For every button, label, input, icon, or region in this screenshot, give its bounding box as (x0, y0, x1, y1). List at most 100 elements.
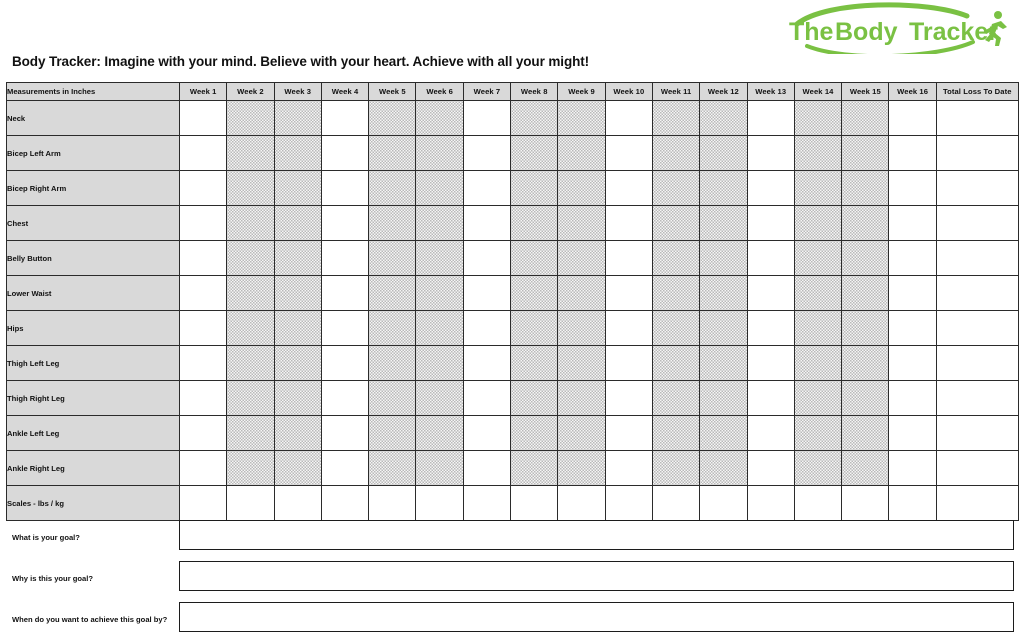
measurement-cell[interactable] (699, 380, 748, 416)
measurement-cell[interactable] (557, 415, 606, 451)
measurement-cell[interactable] (557, 135, 606, 171)
measurement-cell[interactable] (226, 415, 275, 451)
goal-input-3[interactable] (179, 602, 1014, 632)
measurement-cell[interactable] (699, 345, 748, 381)
measurement-cell[interactable] (651, 275, 701, 311)
measurement-cell[interactable] (746, 100, 795, 136)
measurement-cell[interactable] (699, 310, 748, 346)
measurement-cell[interactable] (746, 275, 795, 311)
measurement-cell[interactable] (793, 240, 843, 276)
measurement-cell[interactable] (320, 100, 370, 136)
measurement-cell[interactable] (510, 450, 559, 486)
measurement-cell[interactable] (699, 135, 748, 171)
measurement-cell[interactable] (462, 380, 512, 416)
measurement-cell[interactable] (841, 135, 890, 171)
measurement-cell[interactable] (604, 450, 653, 486)
measurement-cell[interactable] (793, 415, 843, 451)
measurement-cell[interactable] (368, 415, 417, 451)
measurement-cell[interactable] (888, 240, 937, 276)
total-loss-cell[interactable] (935, 240, 1019, 276)
total-loss-cell[interactable] (935, 275, 1019, 311)
measurement-cell[interactable] (273, 205, 322, 241)
measurement-cell[interactable] (226, 135, 275, 171)
measurement-cell[interactable] (888, 345, 937, 381)
measurement-cell[interactable] (178, 310, 228, 346)
measurement-cell[interactable] (746, 310, 795, 346)
measurement-cell[interactable] (841, 100, 890, 136)
measurement-cell[interactable] (557, 310, 606, 346)
measurement-cell[interactable] (604, 380, 653, 416)
measurement-cell[interactable] (557, 100, 606, 136)
measurement-cell[interactable] (651, 310, 701, 346)
measurement-cell[interactable] (793, 135, 843, 171)
measurement-cell[interactable] (415, 135, 464, 171)
measurement-cell[interactable] (651, 415, 701, 451)
measurement-cell[interactable] (841, 310, 890, 346)
measurement-cell[interactable] (793, 275, 843, 311)
measurement-cell[interactable] (793, 205, 843, 241)
measurement-cell[interactable] (746, 135, 795, 171)
measurement-cell[interactable] (793, 380, 843, 416)
measurement-cell[interactable] (841, 415, 890, 451)
measurement-cell[interactable] (699, 170, 748, 206)
measurement-cell[interactable] (604, 170, 653, 206)
measurement-cell[interactable] (888, 275, 937, 311)
measurement-cell[interactable] (273, 170, 322, 206)
measurement-cell[interactable] (462, 240, 512, 276)
measurement-cell[interactable] (226, 450, 275, 486)
measurement-cell[interactable] (462, 275, 512, 311)
measurement-cell[interactable] (746, 380, 795, 416)
measurement-cell[interactable] (273, 100, 322, 136)
measurement-cell[interactable] (178, 135, 228, 171)
measurement-cell[interactable] (651, 380, 701, 416)
measurement-cell[interactable] (178, 415, 228, 451)
measurement-cell[interactable] (746, 205, 795, 241)
measurement-cell[interactable] (178, 485, 228, 521)
total-loss-cell[interactable] (935, 380, 1019, 416)
measurement-cell[interactable] (368, 100, 417, 136)
measurement-cell[interactable] (604, 240, 653, 276)
measurement-cell[interactable] (510, 170, 559, 206)
measurement-cell[interactable] (462, 345, 512, 381)
measurement-cell[interactable] (320, 205, 370, 241)
measurement-cell[interactable] (462, 170, 512, 206)
measurement-cell[interactable] (320, 415, 370, 451)
goal-input-2[interactable] (179, 561, 1014, 591)
measurement-cell[interactable] (510, 100, 559, 136)
measurement-cell[interactable] (368, 240, 417, 276)
measurement-cell[interactable] (273, 450, 322, 486)
measurement-cell[interactable] (273, 380, 322, 416)
measurement-cell[interactable] (320, 485, 370, 521)
total-loss-cell[interactable] (935, 170, 1019, 206)
measurement-cell[interactable] (604, 485, 653, 521)
measurement-cell[interactable] (793, 345, 843, 381)
measurement-cell[interactable] (320, 450, 370, 486)
measurement-cell[interactable] (178, 240, 228, 276)
total-loss-cell[interactable] (935, 450, 1019, 486)
measurement-cell[interactable] (462, 415, 512, 451)
measurement-cell[interactable] (462, 100, 512, 136)
total-loss-cell[interactable] (935, 415, 1019, 451)
measurement-cell[interactable] (226, 170, 275, 206)
measurement-cell[interactable] (178, 205, 228, 241)
measurement-cell[interactable] (699, 100, 748, 136)
measurement-cell[interactable] (226, 310, 275, 346)
measurement-cell[interactable] (273, 135, 322, 171)
measurement-cell[interactable] (320, 275, 370, 311)
measurement-cell[interactable] (793, 170, 843, 206)
measurement-cell[interactable] (415, 485, 464, 521)
measurement-cell[interactable] (841, 170, 890, 206)
measurement-cell[interactable] (273, 415, 322, 451)
measurement-cell[interactable] (226, 485, 275, 521)
measurement-cell[interactable] (273, 275, 322, 311)
measurement-cell[interactable] (368, 345, 417, 381)
measurement-cell[interactable] (651, 240, 701, 276)
measurement-cell[interactable] (651, 135, 701, 171)
measurement-cell[interactable] (793, 450, 843, 486)
measurement-cell[interactable] (415, 170, 464, 206)
measurement-cell[interactable] (841, 345, 890, 381)
measurement-cell[interactable] (841, 240, 890, 276)
measurement-cell[interactable] (699, 415, 748, 451)
measurement-cell[interactable] (746, 450, 795, 486)
measurement-cell[interactable] (320, 135, 370, 171)
